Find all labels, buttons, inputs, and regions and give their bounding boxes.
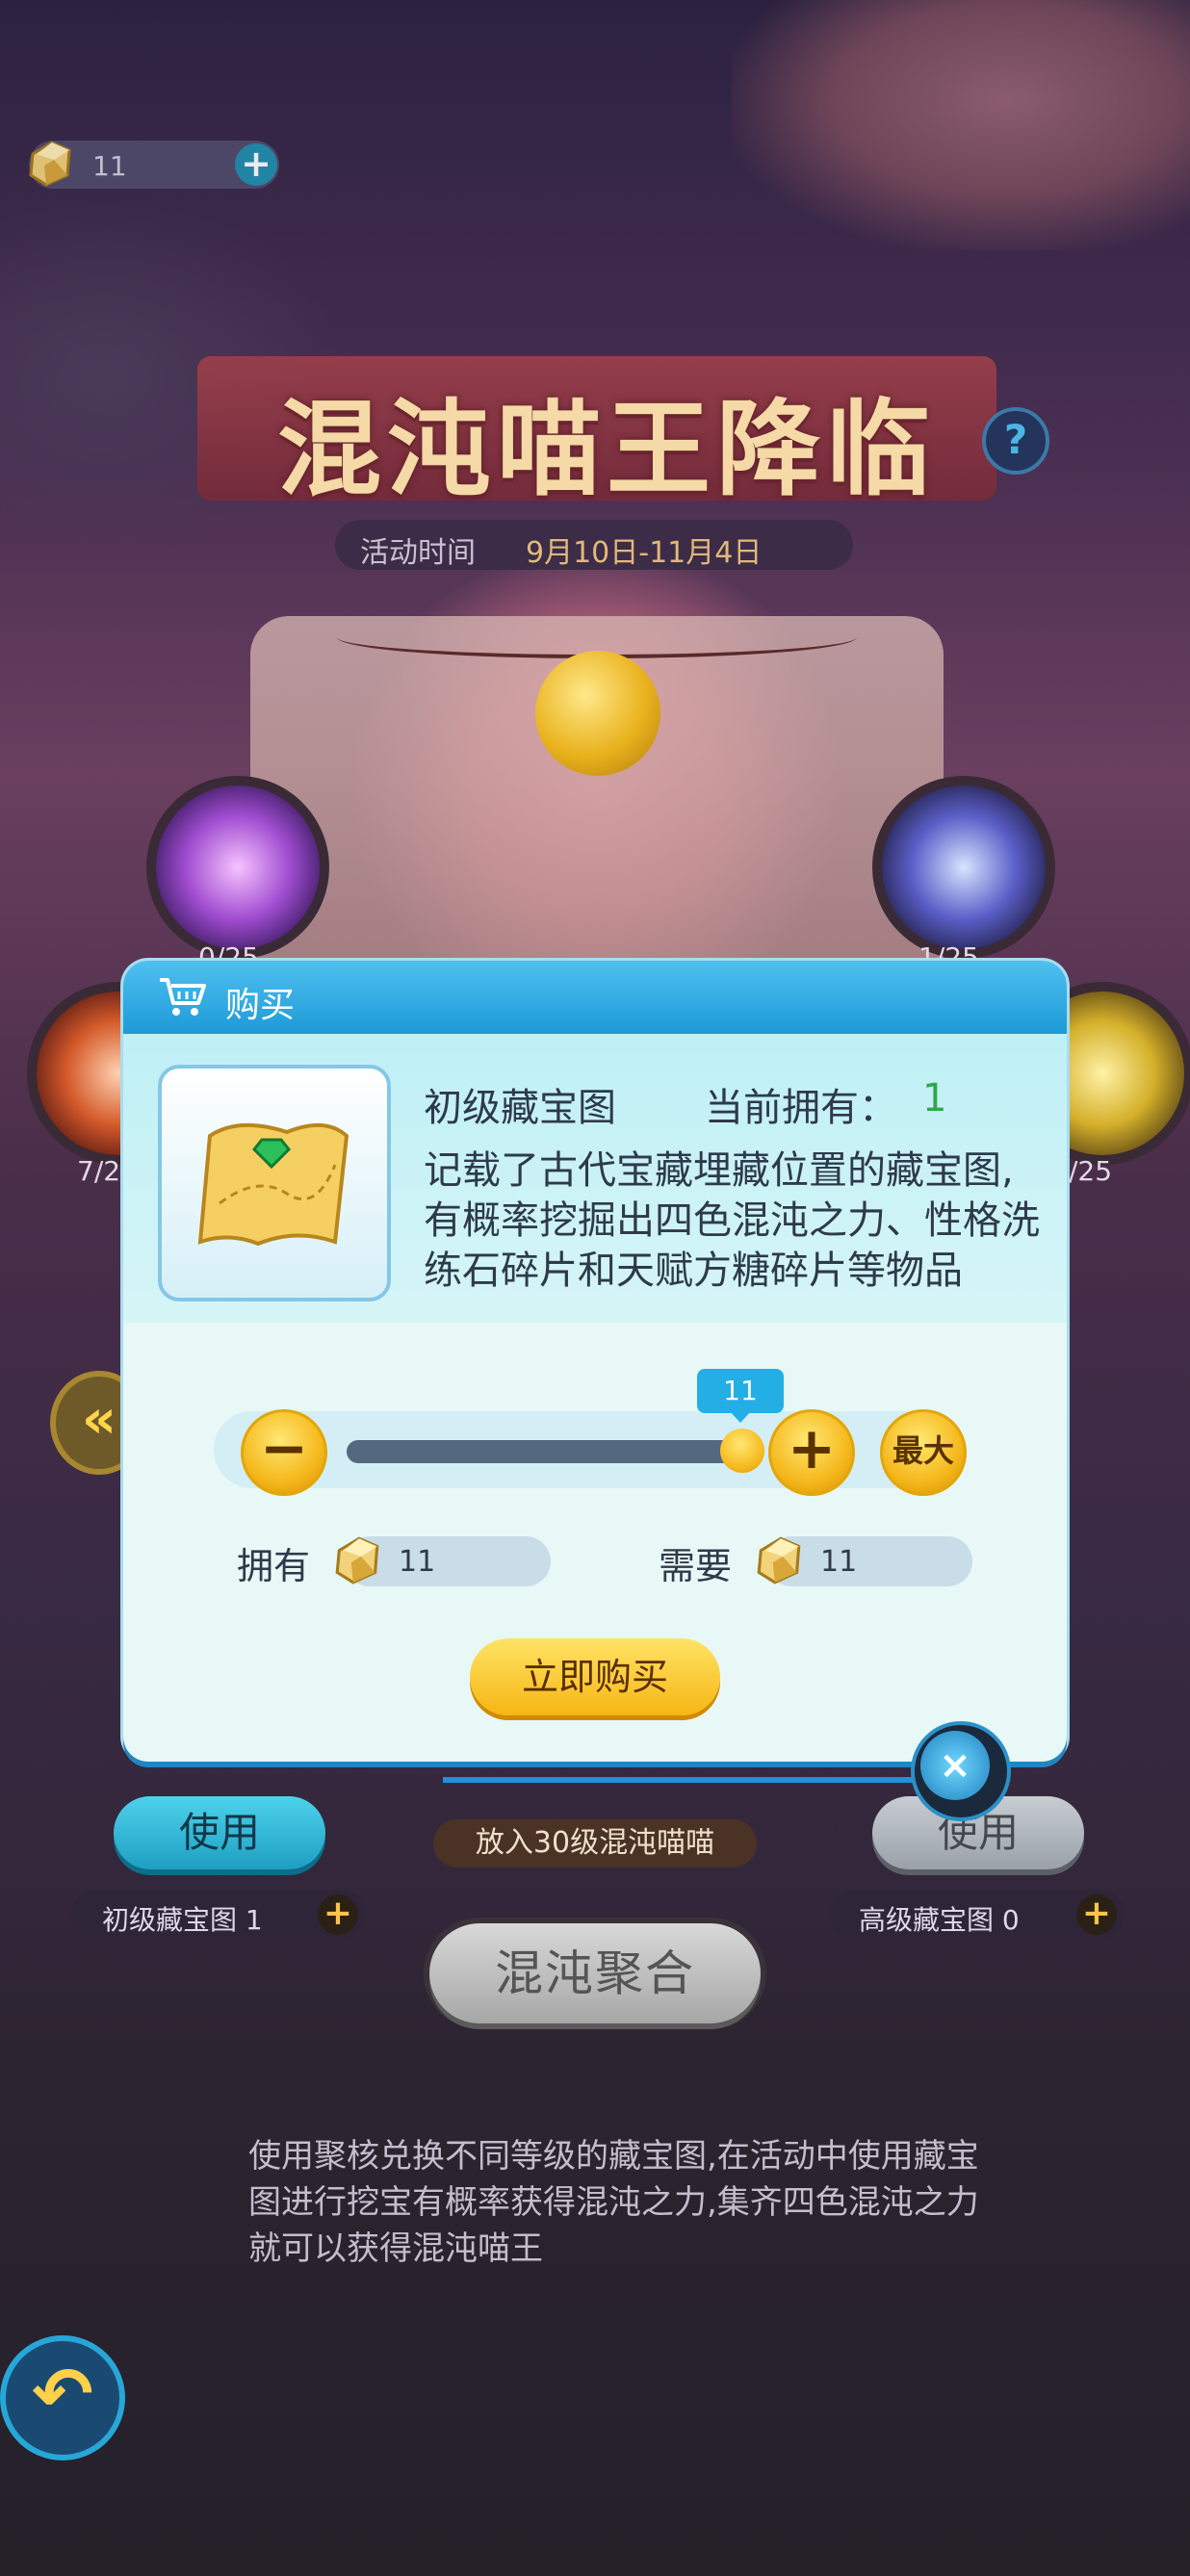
treasure-map-icon bbox=[197, 1122, 349, 1247]
currency-bar: 11 + bbox=[29, 141, 279, 189]
close-dialog-button[interactable]: × bbox=[920, 1731, 990, 1800]
vortex-count-mid-right: /25 bbox=[1069, 1155, 1113, 1187]
add-advanced-map-button[interactable]: + bbox=[1076, 1894, 1117, 1935]
dialog-bottom-line bbox=[443, 1777, 915, 1783]
dialog-title: 购买 bbox=[225, 986, 296, 1025]
need-value: 11 bbox=[820, 1545, 858, 1579]
page-title: 混沌喵王降临 bbox=[276, 390, 936, 510]
quantity-slider-track[interactable] bbox=[347, 1440, 741, 1463]
have-label: 拥有 bbox=[237, 1545, 311, 1587]
buy-now-button[interactable]: 立即购买 bbox=[470, 1638, 720, 1715]
quantity-bubble: 11 bbox=[697, 1369, 784, 1413]
back-arrow-icon: ↶ bbox=[32, 2351, 93, 2436]
event-time-dates: 9月10日-11月4日 bbox=[526, 536, 763, 570]
decrease-button[interactable]: − bbox=[241, 1409, 327, 1496]
basic-map-label: 初级藏宝图 1 bbox=[102, 1904, 263, 1936]
core-icon bbox=[335, 1536, 379, 1584]
quantity-slider-thumb[interactable] bbox=[720, 1429, 764, 1473]
add-basic-map-button[interactable]: + bbox=[318, 1894, 358, 1935]
need-label: 需要 bbox=[659, 1545, 733, 1587]
advanced-map-counter: 高级藏宝图 0 + bbox=[830, 1891, 1125, 1939]
vortex-blue bbox=[872, 776, 1055, 959]
purchase-dialog: 购买 初级藏宝图 当前拥有： 1 记载了古代宝藏埋藏位置的藏宝图,有概率挖掘出四… bbox=[123, 961, 1067, 1762]
have-value: 11 bbox=[399, 1545, 436, 1579]
event-description: 使用聚核兑换不同等级的藏宝图,在活动中使用藏宝图进行挖宝有概率获得混沌之力,集齐… bbox=[248, 2137, 979, 2268]
bell-icon bbox=[535, 651, 660, 776]
currency-value: 11 bbox=[92, 150, 127, 182]
max-button[interactable]: 最大 bbox=[880, 1409, 967, 1496]
basic-map-counter: 初级藏宝图 1 + bbox=[71, 1891, 366, 1939]
add-currency-button[interactable]: + bbox=[235, 143, 277, 186]
event-time-label: 活动时间 bbox=[360, 536, 476, 570]
owned-count: 1 bbox=[922, 1076, 947, 1121]
core-icon bbox=[757, 1536, 801, 1584]
advanced-map-label: 高级藏宝图 0 bbox=[859, 1904, 1020, 1936]
blossom-tree bbox=[732, 0, 1190, 250]
item-thumbnail bbox=[158, 1065, 391, 1301]
dialog-header: 购买 bbox=[123, 961, 1067, 1034]
back-button[interactable]: ↶ bbox=[0, 2335, 125, 2460]
put-in-label: 放入30级混沌喵喵 bbox=[433, 1819, 757, 1868]
increase-button[interactable]: + bbox=[768, 1409, 855, 1496]
item-description: 记载了古代宝藏埋藏位置的藏宝图,有概率挖掘出四色混沌之力、性格洗练石碎片和天赋方… bbox=[424, 1148, 1040, 1293]
cart-icon bbox=[160, 978, 206, 1016]
use-basic-map-button[interactable]: 使用 bbox=[114, 1796, 325, 1869]
vortex-purple bbox=[146, 776, 329, 959]
item-name: 初级藏宝图 bbox=[424, 1086, 616, 1130]
vortex-count-mid-left: 7/2 bbox=[77, 1155, 121, 1187]
event-time: 活动时间 9月10日-11月4日 bbox=[335, 520, 853, 570]
chaos-fusion-button[interactable]: 混沌聚合 bbox=[429, 1923, 761, 2023]
help-button[interactable]: ? bbox=[982, 407, 1049, 475]
core-icon bbox=[29, 141, 71, 187]
quantity-bubble-tip bbox=[730, 1411, 751, 1423]
owned-label: 当前拥有： bbox=[705, 1086, 897, 1130]
